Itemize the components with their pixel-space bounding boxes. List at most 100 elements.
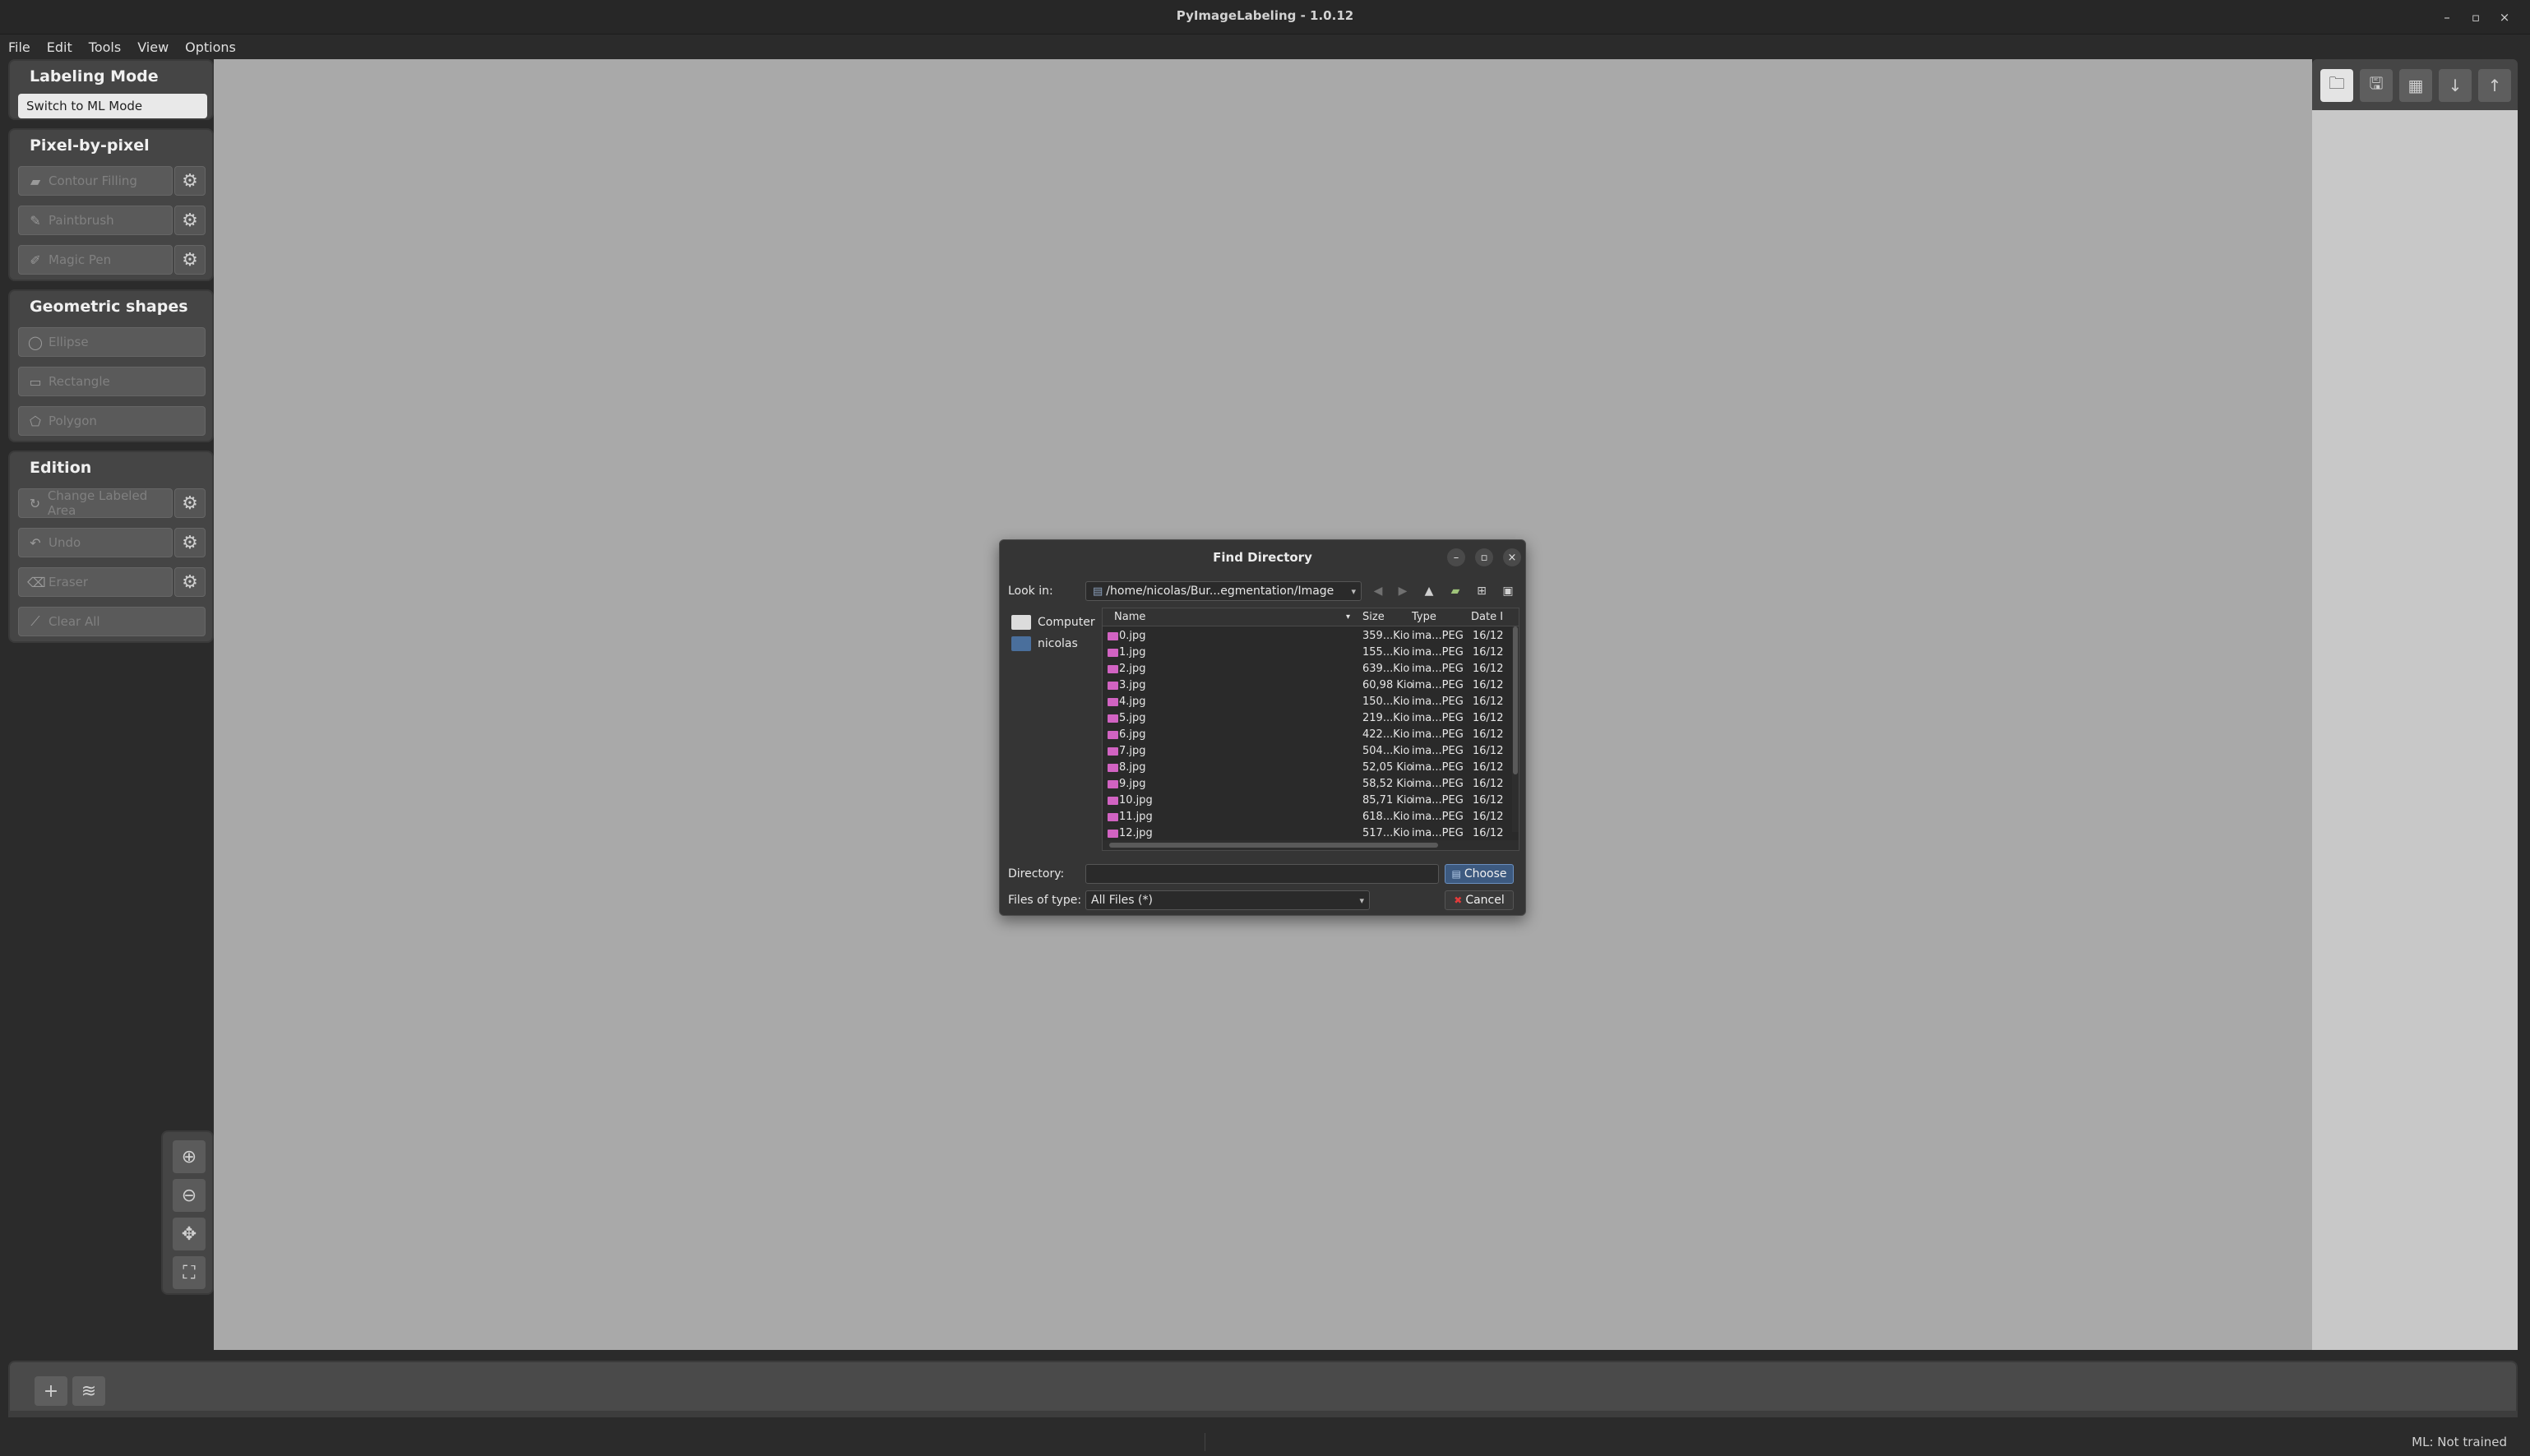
file-date: 16/12 [1473,679,1504,691]
switch-ml-mode-button[interactable]: Switch to ML Mode [18,94,207,118]
menu-options[interactable]: Options [185,39,236,55]
change-labeled-area-button[interactable]: ↻ Change Labeled Area [18,488,173,518]
file-name: 11.jpg [1119,811,1153,823]
file-row[interactable]: 5.jpg 219...Kio ima...PEG 16/12 [1103,710,1519,727]
contour-filling-settings-gear-icon[interactable]: ⚙ [174,166,206,196]
open-folder-icon[interactable]: 🗀 [2320,69,2353,102]
file-list: Name ▾ Size Type Date I 0.jpg 359...Kio im… [1102,608,1519,851]
paintbrush-button[interactable]: ✎ Paintbrush [18,206,173,235]
eraser-icon: ⌫ [27,574,46,590]
undo-button[interactable]: ↶ Undo [18,528,173,557]
save-icon[interactable]: 🖫 [2360,69,2393,102]
parent-directory-icon[interactable]: ▲ [1419,581,1439,601]
column-date[interactable]: Date I [1471,611,1503,623]
file-size: 219...Kio [1362,712,1410,724]
directory-field[interactable] [1085,864,1439,884]
place-computer[interactable]: Computer [1011,612,1095,632]
menu-view[interactable]: View [137,39,169,55]
zoom-in-icon[interactable]: ⊕ [173,1140,206,1173]
upload-icon[interactable]: ↑ [2478,69,2511,102]
file-list-horizontal-scrollbar[interactable] [1103,840,1519,850]
image-file-icon [1108,764,1118,772]
save-all-icon[interactable]: ▦ [2399,69,2432,102]
file-name: 7.jpg [1119,745,1146,757]
new-folder-icon[interactable]: ▰ [1445,581,1465,601]
file-row[interactable]: 7.jpg 504...Kio ima...PEG 16/12 [1103,743,1519,760]
look-in-combo[interactable]: ▤ /home/nicolas/Bur...egmentation/Image … [1085,581,1362,601]
cancel-button[interactable]: ✖ Cancel [1445,890,1514,910]
reset-view-icon[interactable]: ⛶ [173,1256,206,1289]
zoom-out-icon[interactable]: ⊖ [173,1179,206,1212]
layers-icon[interactable]: ≋ [72,1376,105,1406]
menu-tools[interactable]: Tools [89,39,121,55]
file-row[interactable]: 2.jpg 639...Kio ima...PEG 16/12 [1103,661,1519,677]
file-row[interactable]: 3.jpg 60,98 Kio ima...PEG 16/12 [1103,677,1519,694]
view-tools-panel: ⊕ ⊖ ✥ ⛶ [161,1130,214,1295]
paintbrush-settings-gear-icon[interactable]: ⚙ [174,206,206,235]
column-type[interactable]: Type [1412,611,1436,623]
choose-button[interactable]: ▤ Choose [1445,864,1514,884]
files-of-type-value: All Files (*) [1091,894,1153,907]
rectangle-label: Rectangle [49,374,110,389]
back-icon[interactable]: ◀ [1368,581,1388,601]
file-type: ima...PEG [1412,827,1464,839]
file-row[interactable]: 0.jpg 359...Kio ima...PEG 16/12 [1103,628,1519,645]
file-type: ima...PEG [1412,663,1464,675]
scroll-thumb[interactable] [1109,843,1438,848]
rectangle-button[interactable]: ▭ Rectangle [18,367,206,396]
forward-icon[interactable]: ▶ [1393,581,1413,601]
menu-edit[interactable]: Edit [47,39,72,55]
move-icon[interactable]: ✥ [173,1218,206,1250]
clear-all-button[interactable]: ⟋ Clear All [18,607,206,636]
file-row[interactable]: 11.jpg 618...Kio ima...PEG 16/12 [1103,809,1519,825]
dialog-close-icon[interactable]: × [1503,548,1521,566]
scroll-thumb[interactable] [1513,626,1518,774]
file-date: 16/12 [1473,712,1504,724]
close-button[interactable]: × [2495,7,2514,27]
eraser-button[interactable]: ⌫ Eraser [18,567,173,597]
change-labeled-area-settings-gear-icon[interactable]: ⚙ [174,488,206,518]
find-directory-dialog: Find Directory – ▫ × Look in: ▤ /home/ni… [999,539,1526,916]
file-name: 2.jpg [1119,663,1146,675]
file-date: 16/12 [1473,745,1504,757]
dialog-minimize-icon[interactable]: – [1447,548,1465,566]
horizontal-scrollbar[interactable] [8,1411,2518,1417]
menu-file[interactable]: File [8,39,30,55]
file-size: 155...Kio [1362,646,1410,659]
magic-pen-settings-gear-icon[interactable]: ⚙ [174,245,206,275]
magic-pen-button[interactable]: ✐ Magic Pen [18,245,173,275]
chevron-down-icon: ▾ [1351,585,1356,597]
eraser-settings-gear-icon[interactable]: ⚙ [174,567,206,597]
refresh-icon: ↻ [29,495,41,511]
file-row[interactable]: 8.jpg 52,05 Kio ima...PEG 16/12 [1103,760,1519,776]
column-size[interactable]: Size [1362,611,1385,623]
look-in-label: Look in: [1008,585,1053,598]
image-file-icon [1108,797,1118,805]
labeling-mode-group: Labeling Mode Switch to ML Mode [8,59,214,120]
dialog-maximize-icon[interactable]: ▫ [1475,548,1493,566]
undo-settings-gear-icon[interactable]: ⚙ [174,528,206,557]
pixel-by-pixel-title: Pixel-by-pixel [30,136,150,155]
vertical-scrollbar[interactable] [1512,626,1519,832]
file-row[interactable]: 4.jpg 150...Kio ima...PEG 16/12 [1103,694,1519,710]
file-date: 16/12 [1473,728,1504,741]
download-icon[interactable]: ↓ [2439,69,2472,102]
column-name[interactable]: Name [1114,611,1145,623]
image-list[interactable] [2312,110,2518,1350]
file-row[interactable]: 10.jpg 85,71 Kio ima...PEG 16/12 [1103,793,1519,809]
add-label-icon[interactable]: + [35,1376,67,1406]
ellipse-button[interactable]: ◯ Ellipse [18,327,206,357]
files-of-type-combo[interactable]: All Files (*) ▾ [1085,890,1370,910]
file-row[interactable]: 6.jpg 422...Kio ima...PEG 16/12 [1103,727,1519,743]
pixel-by-pixel-group: Pixel-by-pixel ▰ Contour Filling ⚙ ✎ Pai… [8,128,214,281]
maximize-button[interactable]: ▫ [2466,7,2486,27]
detail-view-icon[interactable]: ▣ [1498,581,1518,601]
file-row[interactable]: 12.jpg 517...Kio ima...PEG 16/12 [1103,825,1519,842]
list-view-icon[interactable]: ⊞ [1472,581,1492,601]
file-row[interactable]: 1.jpg 155...Kio ima...PEG 16/12 [1103,645,1519,661]
polygon-button[interactable]: ⬠ Polygon [18,406,206,436]
minimize-button[interactable]: – [2437,7,2457,27]
contour-filling-button[interactable]: ▰ Contour Filling [18,166,173,196]
place-nicolas[interactable]: nicolas [1011,634,1078,654]
file-row[interactable]: 9.jpg 58,52 Kio ima...PEG 16/12 [1103,776,1519,793]
